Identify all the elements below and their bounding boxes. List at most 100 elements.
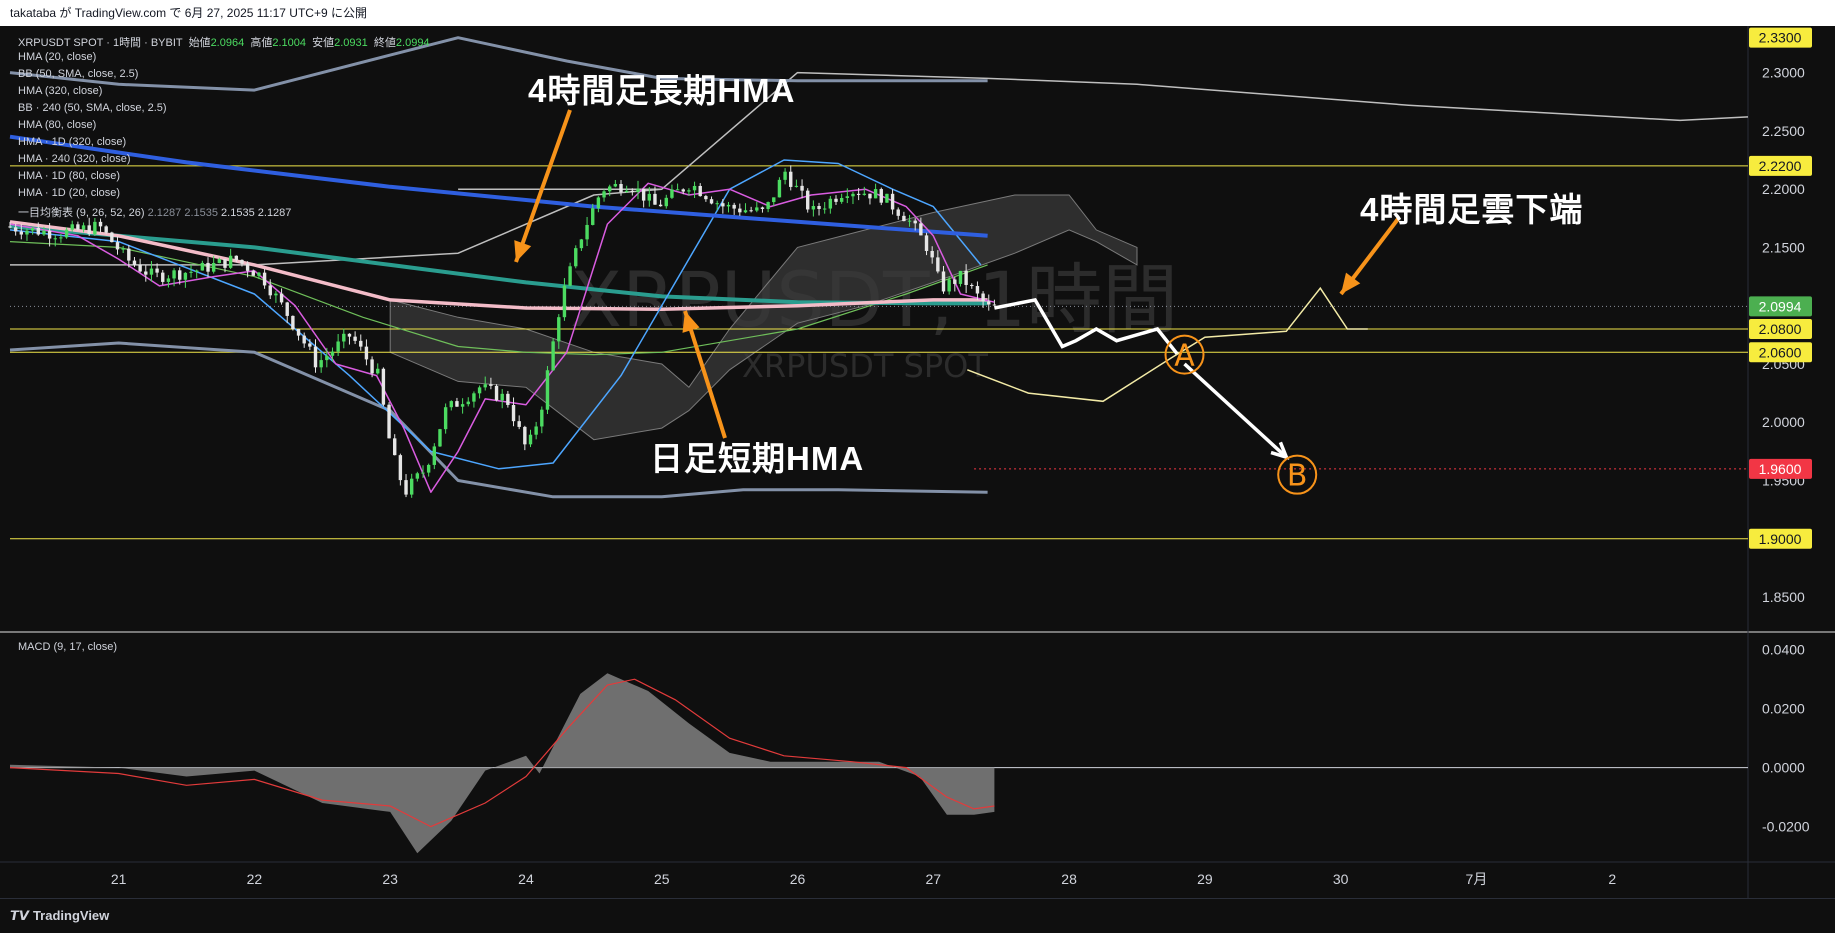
candle-up (545, 370, 550, 410)
candle-down (970, 284, 974, 287)
candle-down (981, 293, 985, 302)
candle-down (155, 268, 159, 273)
candle-up (42, 230, 46, 235)
candle-up (562, 285, 567, 318)
tradingview-brand: TradingView (32, 908, 110, 923)
candle-up (183, 272, 188, 280)
price-badge-label: 1.9000 (1759, 531, 1802, 547)
tradingview-logo[interactable]: 𝙏𝙑 TradingView (10, 908, 109, 924)
candle-down (387, 404, 391, 439)
candle-up (766, 202, 770, 209)
legend-indicator[interactable]: HMA (320, close) (18, 85, 102, 97)
candle-up (675, 189, 680, 191)
time-tick-label: 26 (790, 871, 806, 887)
legend-close-value: 2.0994 (395, 37, 430, 49)
candle-up (636, 188, 640, 192)
candle-down (902, 215, 906, 222)
candle-up (743, 210, 748, 213)
candle-down (138, 264, 142, 272)
footer-bar: 𝙏𝙑 TradingView (0, 898, 1835, 933)
legend-ichimoku-label: 一目均衡表 (9, 26, 52, 26) (18, 207, 145, 219)
candle-down (698, 185, 702, 197)
candle-up (755, 207, 759, 211)
candle-up (534, 426, 538, 435)
candle-up (336, 341, 340, 352)
legend-indicator[interactable]: HMA (20, close) (18, 51, 96, 63)
candle-down (19, 231, 24, 235)
candle-up (811, 206, 816, 210)
candle-down (681, 189, 685, 192)
annotation-daily-short-hma: 日足短期HMA (650, 440, 865, 477)
candle-down (619, 183, 623, 193)
candle-down (132, 260, 137, 265)
legend-indicator[interactable]: HMA · 1D (20, close) (18, 187, 120, 199)
price-badge-label: 2.3300 (1759, 30, 1802, 46)
macd-tick-label: 0.0200 (1762, 701, 1805, 717)
candle-down (161, 272, 165, 282)
legend-indicator[interactable]: BB · 240 (50, SMA, close, 2.5) (18, 102, 167, 114)
candle-down (517, 421, 521, 427)
candle-down (144, 271, 148, 275)
legend-indicator[interactable]: HMA · 240 (320, close) (18, 153, 131, 165)
legend-ichimoku-value: 2.1535 (184, 207, 218, 219)
legend-ichimoku-value: 2.1287 (147, 207, 182, 219)
candle-up (121, 248, 125, 250)
candle-down (941, 271, 946, 292)
candle-down (760, 207, 765, 209)
candle-up (443, 407, 448, 430)
candle-up (664, 197, 668, 207)
candle-down (296, 329, 301, 336)
candle-up (211, 262, 216, 272)
candle-down (110, 232, 114, 243)
price-badge-label: 2.2200 (1759, 158, 1802, 174)
legend-ichimoku[interactable]: 一目均衡表 (9, 26, 52, 26) 2.1287 2.1535 2.15… (18, 204, 291, 220)
candle-up (81, 225, 86, 230)
candle-down (896, 209, 900, 216)
candle-down (381, 368, 386, 405)
candle-down (924, 235, 929, 251)
candle-down (879, 189, 883, 203)
legend-indicator[interactable]: HMA · 1D (320, close) (18, 136, 126, 148)
candle-down (76, 224, 80, 230)
legend-macd[interactable]: MACD (9, 17, close) (18, 641, 117, 653)
candle-down (919, 223, 923, 236)
candle-up (438, 429, 442, 447)
candle-down (234, 255, 239, 260)
candle-up (551, 341, 555, 371)
legend-indicator[interactable]: BB (50, SMA, close, 2.5) (18, 68, 138, 80)
candle-up (794, 185, 799, 187)
chart-canvas[interactable]: XRPUSDT, 1時間 XRPUSDT SPOT AB 2.30002.250… (0, 26, 1835, 898)
candle-up (217, 258, 222, 263)
annotation-4h-long-hma: 4時間足長期HMA (528, 72, 796, 109)
candle-up (873, 189, 878, 199)
candle-down (404, 480, 408, 495)
candle-up (70, 224, 74, 230)
candle-up (772, 197, 776, 203)
legend-low-label: 安値 (312, 37, 335, 49)
candle-up (194, 270, 199, 272)
candle-down (749, 210, 753, 212)
time-tick-label: 25 (654, 871, 670, 887)
legend-indicator[interactable]: HMA · 1D (80, close) (18, 170, 120, 182)
candle-down (36, 227, 40, 235)
time-tick-label: 24 (518, 871, 534, 887)
candle-down (738, 208, 742, 213)
candle-up (687, 190, 691, 192)
legend-symbol: XRPUSDT SPOT · 1時間 · BYBIT 始値2.0964 高値2.… (18, 34, 430, 50)
candle-down (47, 230, 52, 239)
candle-down (890, 193, 895, 210)
candle-up (460, 404, 465, 407)
legend-ichimoku-value: 2.1535 (221, 207, 255, 219)
legend-indicator[interactable]: HMA (80, close) (18, 119, 96, 131)
candle-up (342, 333, 346, 342)
time-tick-label: 2 (1608, 871, 1616, 887)
candle-up (528, 434, 533, 445)
candle-down (800, 185, 804, 191)
candle-down (398, 455, 403, 481)
price-badge-label: 1.9600 (1759, 461, 1802, 477)
candle-down (732, 204, 736, 209)
publish-header: takataba が TradingView.com で 6月 27, 2025… (0, 0, 1835, 26)
candle-down (347, 333, 352, 337)
candle-up (319, 360, 323, 368)
candle-down (262, 272, 267, 286)
